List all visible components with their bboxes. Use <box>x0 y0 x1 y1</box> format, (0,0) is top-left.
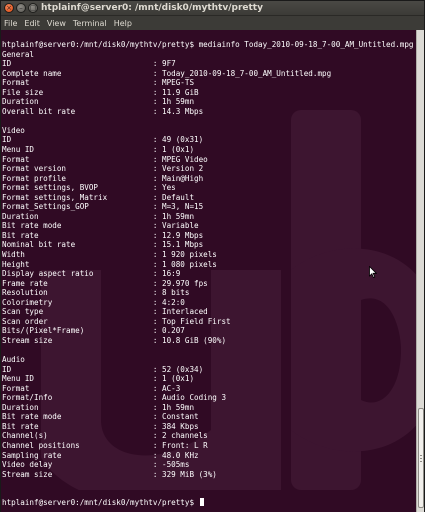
terminal-line: Format settings, BVOP : Yes <box>2 183 176 193</box>
terminal-line: Bit rate : 384 Kbps <box>2 421 199 431</box>
terminal-line: Format : MPEG-TS <box>2 78 195 88</box>
terminal-line: Menu ID : 1 (0x1) <box>2 145 195 155</box>
prompt-line[interactable]: htplainf@server0:/mnt/disk0/mythtv/prett… <box>2 498 413 508</box>
terminal-line: Format : AC-3 <box>2 383 181 393</box>
menu-help[interactable]: Help <box>114 19 132 28</box>
scroll-grip-icon <box>420 455 422 456</box>
terminal-line: Duration : 1h 59mn <box>2 211 195 221</box>
menu-edit[interactable]: Edit <box>24 19 40 28</box>
mouse-pointer-icon <box>369 266 377 278</box>
terminal-line: Bit rate : 12.9 Mbps <box>2 230 204 240</box>
terminal-line: Nominal bit rate : 15.1 Mbps <box>2 240 204 250</box>
terminal-line: Height : 1 080 pixels <box>2 259 217 269</box>
maximize-button[interactable]: □ <box>28 3 38 13</box>
terminal-line: Stream size : 329 MiB (3%) <box>2 469 217 479</box>
scroll-grip-icon <box>420 458 422 459</box>
terminal-window: × – □ htplainf@server0: /mnt/disk0/mytht… <box>0 0 425 512</box>
menu-terminal[interactable]: Terminal <box>73 19 107 28</box>
terminal-line: Channel positions : Front: L R <box>2 440 208 450</box>
terminal-line: Scan type : Interlaced <box>2 307 208 317</box>
terminal-line: Scan order : Top Field First <box>2 316 231 326</box>
terminal-line: ID : 9F7 <box>2 59 176 69</box>
terminal-line: Video delay : -505ms <box>2 460 190 470</box>
terminal-line: Complete name : Today_2010-09-18_7-00_AM… <box>2 68 332 78</box>
terminal-text: htplainf@server0:/mnt/disk0/mythtv/prett… <box>2 40 413 508</box>
terminal-line: Format/Info : Audio Coding 3 <box>2 393 227 403</box>
terminal-line: Bit rate mode : Variable <box>2 221 199 231</box>
terminal-line: Audio <box>2 355 25 365</box>
terminal-line: Video <box>2 125 25 135</box>
terminal-line: Format settings, Matrix : Default <box>2 192 195 202</box>
terminal-line: Channel(s) : 2 channels <box>2 431 208 441</box>
terminal-line: Bits/(Pixel*Frame) : 0.207 <box>2 326 185 336</box>
vertical-scrollbar[interactable] <box>416 30 424 512</box>
window-controls: × – □ <box>4 3 38 13</box>
window-title: htplainf@server0: /mnt/disk0/mythtv/pret… <box>41 3 263 13</box>
terminal-line: Sampling rate : 48.0 KHz <box>2 450 199 460</box>
terminal-line: Resolution : 8 bits <box>2 288 190 298</box>
terminal-line: Format profile : Main@High <box>2 173 204 183</box>
scroll-grip-icon <box>420 461 422 462</box>
terminal-line: General <box>2 49 35 59</box>
terminal-line: Format_Settings_GOP : M=3, N=15 <box>2 202 204 212</box>
terminal-line: Width : 1 920 pixels <box>2 250 217 260</box>
terminal-line: Display aspect ratio : 16:9 <box>2 269 181 279</box>
title-bar[interactable]: × – □ htplainf@server0: /mnt/disk0/mytht… <box>1 1 424 16</box>
terminal-line: File size : 11.9 GiB <box>2 87 199 97</box>
terminal-line: Duration : 1h 59mn <box>2 402 195 412</box>
terminal-line: Bit rate mode : Constant <box>2 412 199 422</box>
text-cursor <box>199 498 204 507</box>
terminal-line: Frame rate : 29.970 fps <box>2 278 208 288</box>
terminal-line: Duration : 1h 59mn <box>2 97 195 107</box>
menu-bar: File Edit View Terminal Help <box>1 16 424 30</box>
terminal-line: ID : 52 (0x34) <box>2 364 204 374</box>
shell-prompt: htplainf@server0:/mnt/disk0/mythtv/prett… <box>2 498 199 508</box>
terminal-line: Overall bit rate : 14.3 Mbps <box>2 106 204 116</box>
minimize-button[interactable]: – <box>16 3 26 13</box>
terminal-line: Colorimetry : 4:2:0 <box>2 297 185 307</box>
scrollbar-thumb[interactable] <box>418 408 424 508</box>
terminal-line: Menu ID : 1 (0x1) <box>2 374 195 384</box>
terminal-output[interactable]: htplainf@server0:/mnt/disk0/mythtv/prett… <box>1 30 416 512</box>
terminal-line: Format : MPEG Video <box>2 154 208 164</box>
terminal-line: htplainf@server0:/mnt/disk0/mythtv/prett… <box>2 40 414 49</box>
menu-view[interactable]: View <box>47 19 66 28</box>
terminal-line: ID : 49 (0x31) <box>2 135 204 145</box>
menu-file[interactable]: File <box>4 19 17 28</box>
terminal-line: Format version : Version 2 <box>2 164 204 174</box>
close-button[interactable]: × <box>4 3 14 13</box>
terminal-line: Stream size : 10.8 GiB (90%) <box>2 335 227 345</box>
